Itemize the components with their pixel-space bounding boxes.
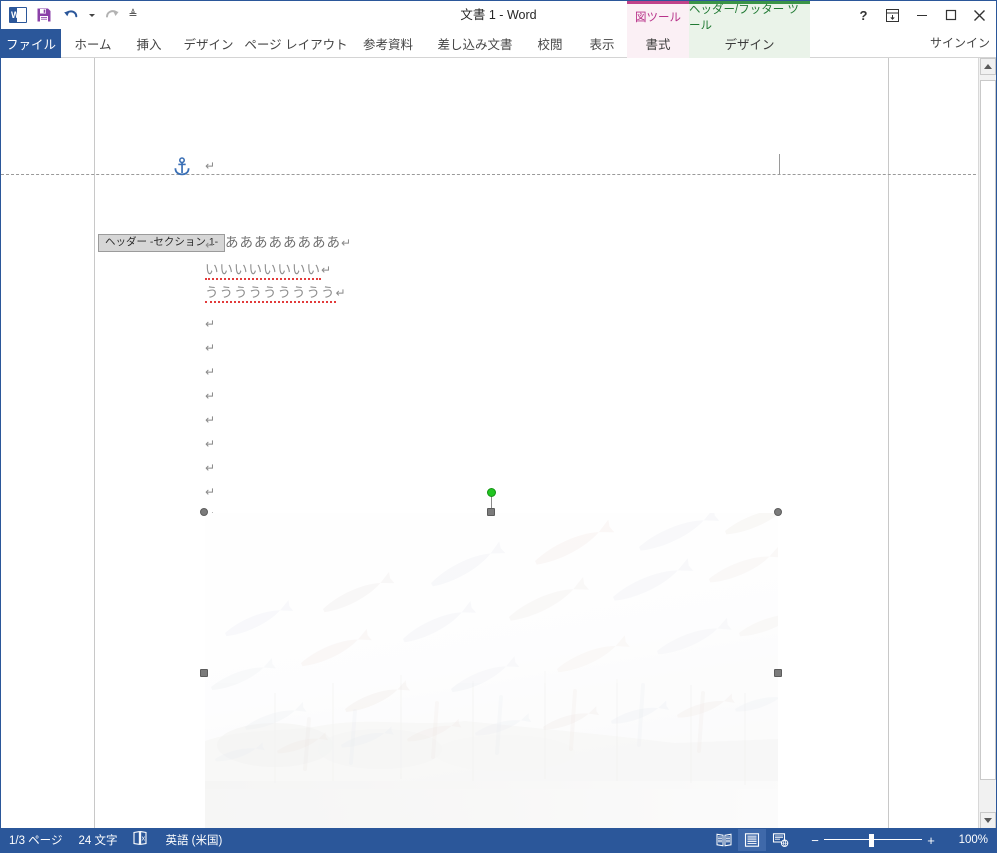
- body-line-a[interactable]: ああああああああ↵: [225, 236, 351, 251]
- vertical-scrollbar[interactable]: [978, 58, 996, 830]
- undo-dropdown-icon[interactable]: [83, 3, 99, 27]
- tab-insert[interactable]: 挿入: [127, 29, 171, 58]
- body-line-u[interactable]: ううううううううう↵: [205, 286, 346, 301]
- save-icon[interactable]: [31, 3, 57, 27]
- pilcrow-icon: ↵: [205, 390, 215, 402]
- pilcrow-icon: ↵: [205, 239, 215, 251]
- customize-qat-icon[interactable]: ≜: [125, 3, 141, 27]
- pilcrow-icon: ↵: [205, 342, 215, 354]
- undo-icon[interactable]: [57, 3, 83, 27]
- body-line-i[interactable]: いいいいいいいい↵: [205, 263, 331, 278]
- tab-mailings[interactable]: 差し込み文書: [428, 29, 522, 58]
- zoom-control: − +: [806, 832, 940, 848]
- help-icon[interactable]: ?: [849, 2, 878, 28]
- pilcrow-icon: ↵: [205, 486, 215, 498]
- pilcrow-icon: ↵: [341, 236, 351, 250]
- zoom-level[interactable]: 100%: [952, 834, 988, 846]
- zoom-in-button[interactable]: +: [922, 833, 940, 848]
- resize-handle-middle-right[interactable]: [774, 669, 782, 677]
- tab-view[interactable]: 表示: [581, 29, 623, 58]
- pilcrow-icon: ↵: [205, 414, 215, 426]
- object-anchor-icon: [173, 157, 191, 176]
- zoom-slider-thumb[interactable]: [869, 834, 874, 847]
- tab-page-layout[interactable]: ページ レイアウト: [244, 29, 348, 58]
- proofing-errors-icon[interactable]: x: [133, 831, 149, 849]
- ribbon-tab-strip: ファイル ホーム 挿入 デザイン ページ レイアウト 参考資料 差し込み文書 校…: [1, 29, 996, 58]
- sign-in-link[interactable]: サインイン: [930, 29, 990, 58]
- word-count[interactable]: 24 文字: [78, 832, 117, 848]
- redo-icon: [99, 3, 125, 27]
- zoom-out-button[interactable]: −: [806, 833, 824, 848]
- picture-tools-group-label: 図ツール: [627, 1, 689, 29]
- document-canvas[interactable]: ヘッダー -セクション 1- ああああああああ↵ いいいいいいいい↵ ううううう…: [1, 58, 996, 830]
- page-indicator[interactable]: 1/3 ページ: [9, 832, 62, 848]
- title-bar: ≜ 文書 1 - Word 図ツール ヘッダー/フッター ツール ?: [1, 1, 996, 29]
- language-indicator[interactable]: 英語 (米国): [165, 832, 222, 848]
- tab-file[interactable]: ファイル: [1, 29, 61, 58]
- view-read-mode[interactable]: [710, 829, 738, 851]
- pilcrow-icon: ↵: [205, 438, 215, 450]
- right-margin-tick: [779, 154, 780, 175]
- word-logo-icon: [5, 3, 31, 27]
- document-title: 文書 1 - Word: [1, 1, 996, 29]
- selected-picture[interactable]: [205, 513, 778, 832]
- resize-handle-top-center[interactable]: [487, 508, 495, 516]
- scroll-up-button[interactable]: [980, 58, 996, 75]
- resize-handle-top-left[interactable]: [200, 508, 208, 516]
- tab-picture-format[interactable]: 書式: [627, 29, 689, 58]
- status-bar: 1/3 ページ 24 文字 x 英語 (米国): [1, 828, 996, 852]
- pilcrow-icon: ↵: [205, 366, 215, 378]
- close-button[interactable]: [965, 2, 994, 28]
- maximize-button[interactable]: [936, 2, 965, 28]
- svg-text:x: x: [142, 836, 146, 843]
- pilcrow-icon: ↵: [205, 160, 215, 172]
- minimize-button[interactable]: [907, 2, 936, 28]
- pilcrow-icon: ↵: [321, 263, 331, 277]
- view-web-layout[interactable]: [766, 829, 794, 851]
- resize-handle-top-right[interactable]: [774, 508, 782, 516]
- header-boundary-line: [1, 174, 996, 175]
- scroll-down-button[interactable]: [980, 812, 996, 829]
- scrollbar-thumb[interactable]: [980, 80, 996, 780]
- zoom-slider[interactable]: [824, 832, 922, 848]
- view-print-layout[interactable]: [738, 829, 766, 851]
- word-window: ≜ 文書 1 - Word 図ツール ヘッダー/フッター ツール ?: [0, 0, 997, 853]
- pilcrow-icon: ↵: [336, 286, 346, 300]
- pilcrow-icon: ↵: [205, 462, 215, 474]
- tab-review[interactable]: 校閲: [529, 29, 571, 58]
- rotation-handle[interactable]: [487, 488, 496, 497]
- body-line-a-text: ああああああああ: [225, 235, 341, 251]
- ribbon-display-options-icon[interactable]: [878, 2, 907, 28]
- window-controls: ?: [849, 1, 994, 29]
- pilcrow-icon: ↵: [205, 318, 215, 330]
- koinobori-photo[interactable]: [205, 513, 778, 832]
- tab-references[interactable]: 参考資料: [353, 29, 423, 58]
- header-footer-tools-group-label: ヘッダー/フッター ツール: [689, 1, 810, 29]
- body-line-u-text: ううううううううう: [205, 285, 336, 303]
- resize-handle-middle-left[interactable]: [200, 669, 208, 677]
- tab-hf-design[interactable]: デザイン: [689, 29, 810, 58]
- tab-design[interactable]: デザイン: [177, 29, 240, 58]
- quick-access-toolbar: ≜: [5, 3, 141, 27]
- tab-home[interactable]: ホーム: [65, 29, 121, 58]
- body-line-i-text: いいいいいいいい: [205, 262, 321, 280]
